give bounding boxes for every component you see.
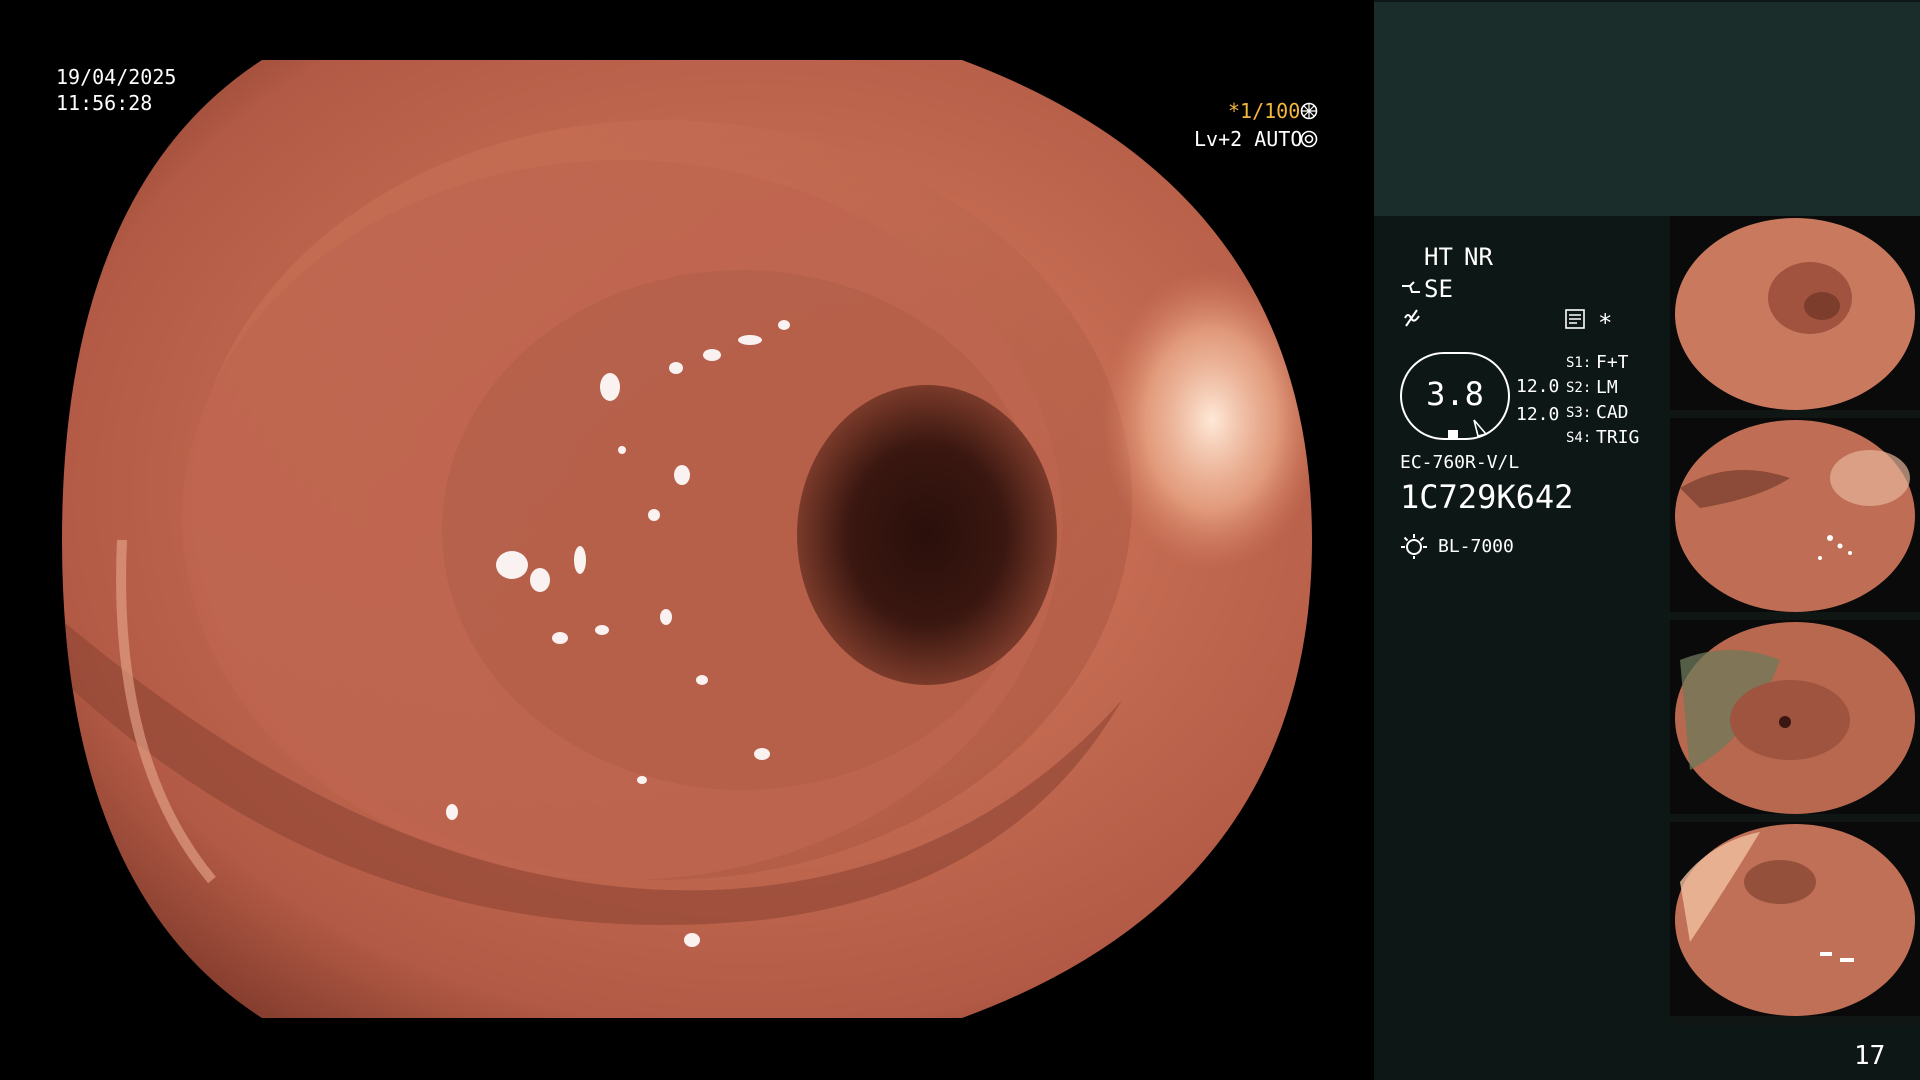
light-source-icon [1400,532,1428,560]
scope-serial: 1C729K642 [1400,478,1574,516]
endoscope-live-image [62,60,1312,1018]
s4-key: S4: [1566,430,1592,446]
structure-enhance-icon [1400,280,1422,300]
value-a: 12.0 [1516,376,1560,397]
nr-indicator: NR [1464,243,1493,271]
ht-indicator: HT [1424,243,1453,271]
brightness-level: Lv+2 AUTO [1194,127,1303,151]
thumbnail-image[interactable] [1670,822,1920,1018]
se-indicator: SE [1424,275,1453,303]
s3-key: S3: [1566,405,1592,421]
s2-key: S2: [1566,380,1592,396]
s1-key: S1: [1566,355,1592,371]
exam-time: 11:56:28 [56,91,153,115]
zoom-value: 3.8 [1426,375,1484,413]
page-number: 17 [1854,1041,1886,1071]
thumbnail-image[interactable] [1670,418,1920,614]
info-panel-header [1374,2,1920,216]
light-source-model: BL-7000 [1438,536,1514,557]
thumbnail-footer [1670,1016,1920,1026]
iris-icon [1300,130,1318,148]
value-b: 12.0 [1516,404,1560,425]
s1-value: F+T [1596,352,1629,373]
filter-icon [1402,308,1422,328]
switch-list: S1: F+T S2: LM S3: CAD S4: TRIG [1566,350,1666,450]
scope-model: EC-760R-V/L [1400,452,1520,473]
s2-value: LM [1596,377,1618,398]
exam-date: 19/04/2025 [56,65,177,89]
thumbnail-image[interactable] [1670,620,1920,816]
zoom-marker-icon [1448,430,1458,438]
zoom-arrow-icon [1472,418,1488,438]
s3-value: CAD [1596,402,1629,423]
aperture-icon [1300,102,1318,120]
thumbnail-image[interactable] [1670,216,1920,412]
asterisk-indicator: * [1598,309,1613,337]
shutter-speed: *1/100 [1228,99,1301,123]
s4-value: TRIG [1596,427,1640,448]
memo-icon [1564,308,1586,330]
